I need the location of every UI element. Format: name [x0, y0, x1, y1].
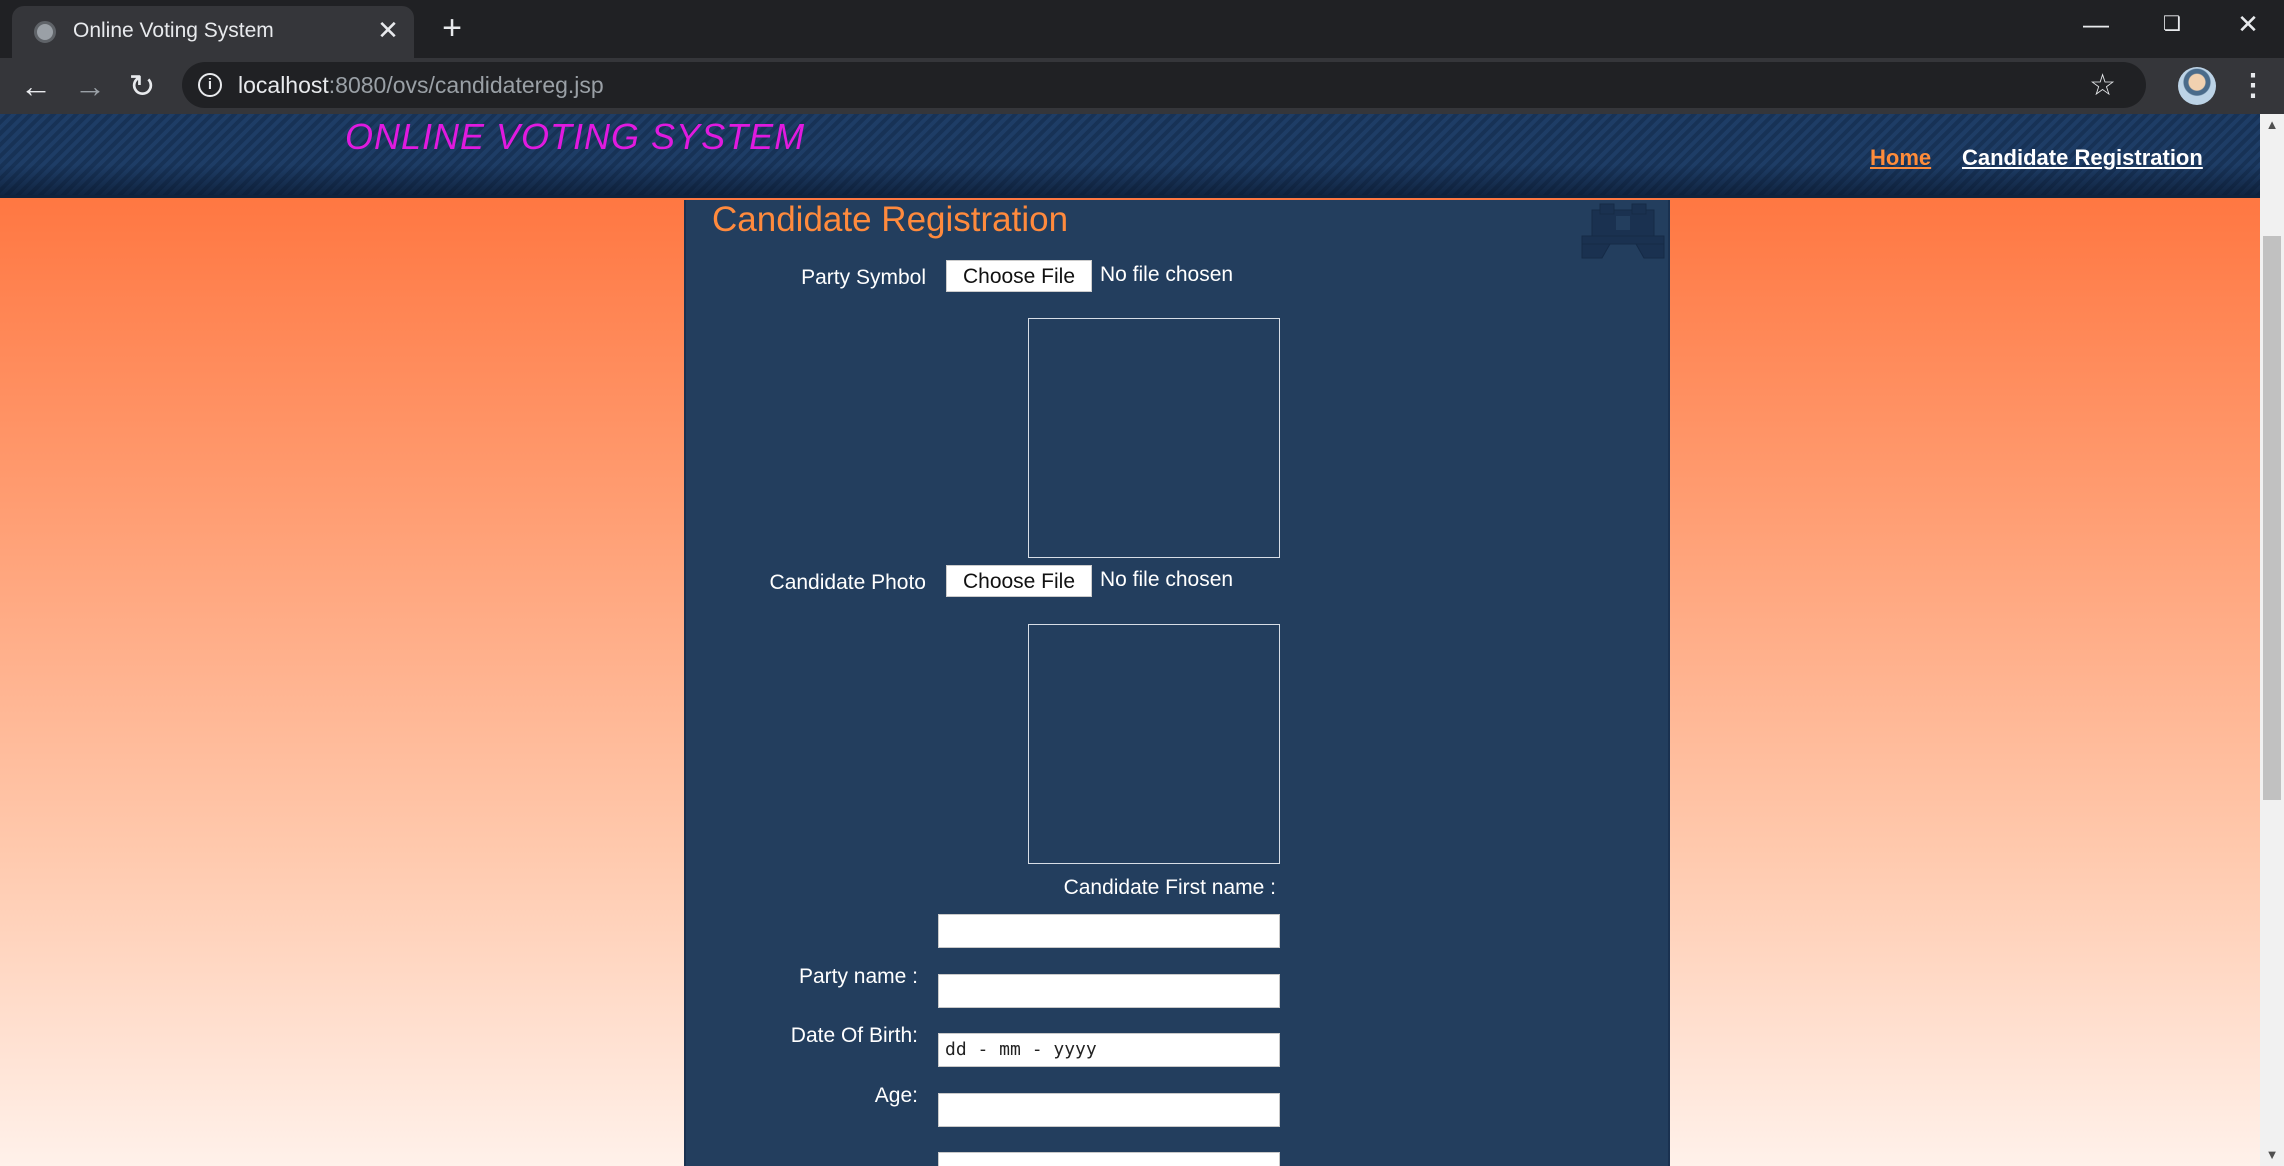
next-field-input[interactable]	[938, 1152, 1280, 1166]
page-scrollbar[interactable]: ▲ ▼	[2260, 114, 2284, 1166]
registration-panel: Candidate Registration Party Symbol Choo…	[684, 200, 1670, 1166]
address-bar[interactable]: i localhost:8080/ovs/candidatereg.jsp ☆	[182, 62, 2146, 108]
site-title: ONLINE VOTING SYSTEM	[345, 116, 806, 157]
new-tab-button[interactable]: +	[434, 10, 470, 46]
browser-menu-icon[interactable]: ⋮	[2238, 66, 2268, 106]
dob-input[interactable]: dd - mm - yyyy	[938, 1033, 1280, 1067]
close-tab-icon[interactable]: ✕	[372, 14, 404, 46]
window-close-button[interactable]: ✕	[2218, 2, 2278, 46]
scrollbar-thumb[interactable]	[2263, 236, 2281, 800]
building-emblem-icon	[1581, 203, 1665, 259]
tab-title: Online Voting System	[73, 19, 274, 42]
party-name-input[interactable]	[938, 974, 1280, 1008]
profile-avatar[interactable]	[2178, 67, 2216, 105]
page-viewport: ONLINE VOTING SYSTEM Home Candidate Regi…	[0, 114, 2260, 1166]
url-path: :8080/ovs/candidatereg.jsp	[328, 72, 604, 98]
nav-candidate-registration-link[interactable]: Candidate Registration	[1962, 145, 2203, 171]
candidate-photo-file-status: No file chosen	[1100, 568, 1234, 591]
age-label: Age:	[874, 1084, 918, 1107]
reload-button[interactable]: ↻	[120, 64, 164, 108]
url-text: localhost:8080/ovs/candidatereg.jsp	[238, 72, 604, 99]
first-name-label: Candidate First name :	[1063, 876, 1276, 899]
party-symbol-file-status: No file chosen	[1100, 263, 1234, 286]
age-input[interactable]	[938, 1093, 1280, 1127]
forward-button[interactable]: →	[68, 64, 112, 108]
first-name-input[interactable]	[938, 914, 1280, 948]
party-symbol-label: Party Symbol	[801, 266, 926, 289]
info-icon[interactable]: i	[198, 73, 222, 97]
scroll-up-arrow-icon[interactable]: ▲	[2260, 114, 2284, 136]
browser-tab[interactable]: Online Voting System ✕	[12, 6, 414, 58]
party-symbol-preview	[1028, 318, 1280, 558]
candidate-photo-label: Candidate Photo	[769, 571, 926, 594]
browser-toolbar: ← → ↻ i localhost:8080/ovs/candidatereg.…	[0, 58, 2284, 114]
party-symbol-choose-file-button[interactable]: Choose File	[946, 260, 1092, 292]
dob-label: Date Of Birth:	[790, 1024, 918, 1047]
minimize-button[interactable]: —	[2066, 2, 2126, 46]
bookmark-star-icon[interactable]: ☆	[2089, 68, 2116, 103]
restore-button[interactable]: ❏	[2142, 2, 2202, 46]
globe-icon	[34, 21, 56, 43]
party-name-label: Party name :	[798, 965, 918, 988]
url-host: localhost	[238, 72, 329, 98]
browser-tabstrip: Online Voting System ✕ + — ❏ ✕	[0, 0, 2284, 58]
scroll-down-arrow-icon[interactable]: ▼	[2260, 1144, 2284, 1166]
back-button[interactable]: ←	[14, 64, 58, 108]
site-header: ONLINE VOTING SYSTEM Home Candidate Regi…	[0, 114, 2260, 198]
candidate-photo-preview	[1028, 624, 1280, 864]
page-title: Candidate Registration	[712, 200, 1069, 239]
candidate-photo-choose-file-button[interactable]: Choose File	[946, 565, 1092, 597]
nav-home-link[interactable]: Home	[1870, 145, 1931, 171]
